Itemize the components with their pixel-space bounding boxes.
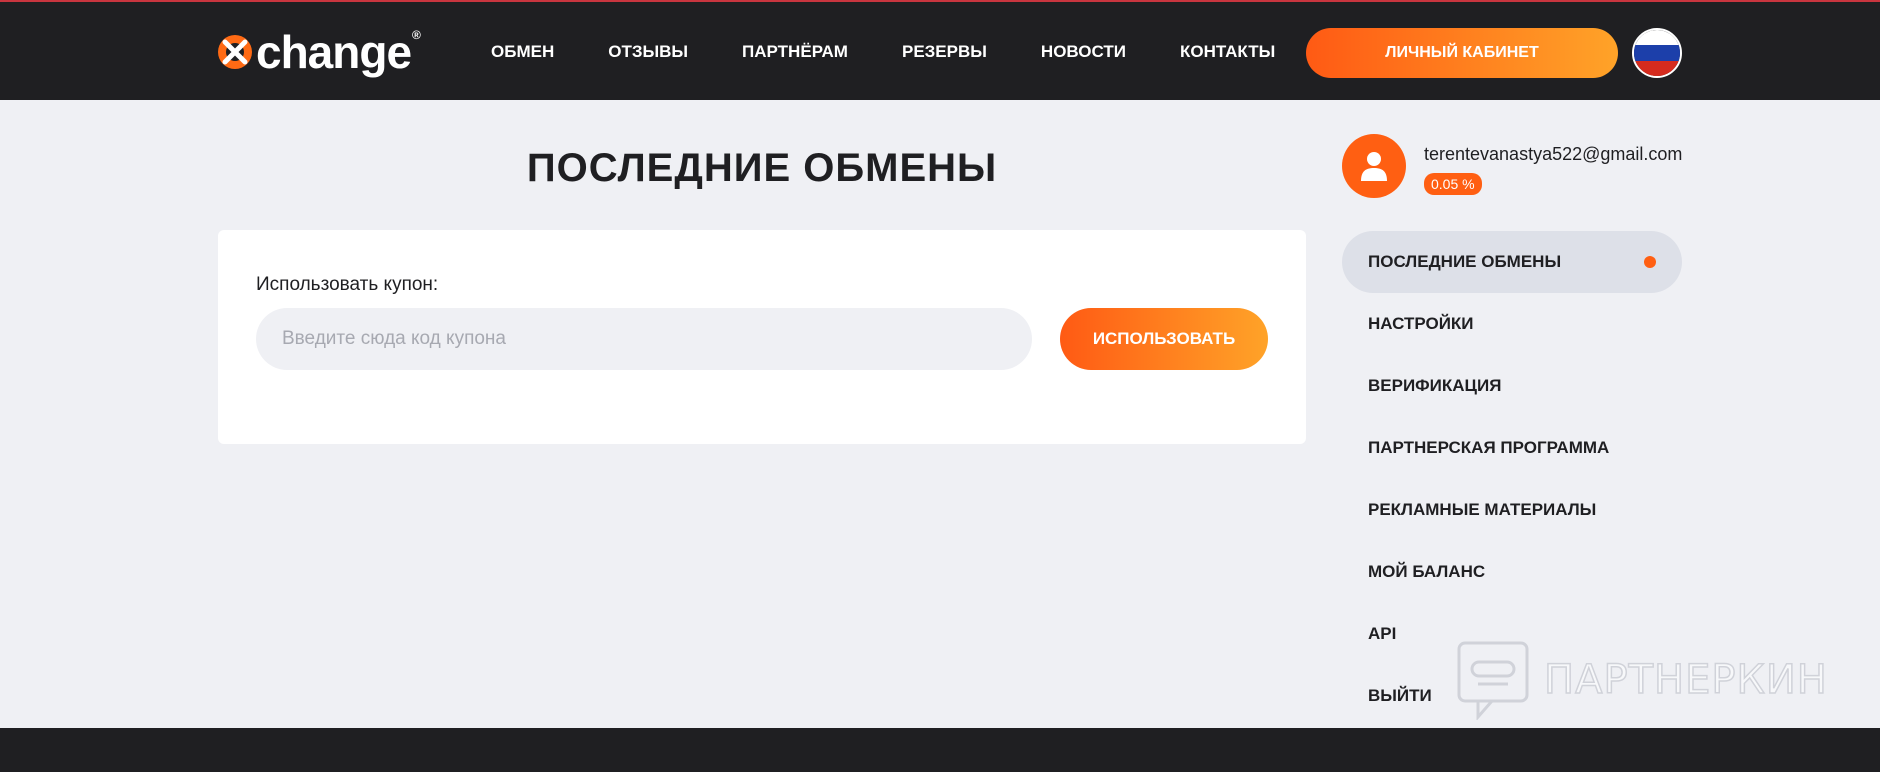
menu-item-label: ВЫЙТИ: [1368, 686, 1432, 705]
menu-item-balance[interactable]: МОЙ БАЛАНС: [1342, 541, 1682, 603]
page-title: ПОСЛЕДНИЕ ОБМЕНЫ: [526, 146, 998, 190]
menu-item-label: ВЕРИФИКАЦИЯ: [1368, 376, 1502, 395]
main-nav: ОБМЕН ОТЗЫВЫ ПАРТНЁРАМ РЕЗЕРВЫ НОВОСТИ К…: [491, 2, 1275, 102]
avatar: [1342, 134, 1406, 198]
active-dot-icon: [1644, 256, 1656, 268]
user-icon: [1361, 152, 1387, 181]
menu-item-label: ПОСЛЕДНИЕ ОБМЕНЫ: [1368, 252, 1562, 271]
nav-item-news[interactable]: НОВОСТИ: [1041, 42, 1126, 62]
menu-item-recent-exchanges[interactable]: ПОСЛЕДНИЕ ОБМЕНЫ: [1342, 231, 1682, 293]
logo-registered-mark: ®: [412, 28, 421, 42]
nav-item-contacts[interactable]: КОНТАКТЫ: [1180, 42, 1275, 62]
menu-item-label: НАСТРОЙКИ: [1368, 314, 1474, 333]
watermark-logo-icon: [1457, 641, 1529, 720]
menu-item-settings[interactable]: НАСТРОЙКИ: [1342, 293, 1682, 355]
logo-x-icon: [218, 35, 252, 69]
nav-item-reviews[interactable]: ОТЗЫВЫ: [608, 42, 688, 62]
menu-item-label: API: [1368, 624, 1397, 643]
menu-item-label: ПАРТНЕРСКАЯ ПРОГРАММА: [1368, 438, 1610, 457]
russia-flag-icon[interactable]: [1632, 28, 1682, 78]
coupon-input[interactable]: [256, 308, 1032, 370]
coupon-card: Использовать купон: ИСПОЛЬЗОВАТЬ: [218, 230, 1306, 444]
menu-item-promo-materials[interactable]: РЕКЛАМНЫЕ МАТЕРИАЛЫ: [1342, 479, 1682, 541]
coupon-label: Использовать купон:: [256, 274, 439, 295]
user-profile: terentevanastya522@gmail.com 0.05 %: [1342, 134, 1682, 198]
percent-badge: 0.05 %: [1424, 173, 1482, 195]
watermark-text: ПАРТНЕРКИН: [1543, 656, 1828, 704]
top-header: change ® ОБМЕН ОТЗЫВЫ ПАРТНЁРАМ РЕЗЕРВЫ …: [0, 0, 1880, 100]
nav-item-partners[interactable]: ПАРТНЁРАМ: [742, 42, 848, 62]
logo[interactable]: change ®: [216, 24, 421, 80]
personal-cabinet-button[interactable]: ЛИЧНЫЙ КАБИНЕТ: [1306, 28, 1618, 78]
nav-item-reserves[interactable]: РЕЗЕРВЫ: [902, 42, 987, 62]
menu-item-affiliate-program[interactable]: ПАРТНЕРСКАЯ ПРОГРАММА: [1342, 417, 1682, 479]
footer: [0, 728, 1880, 772]
menu-item-label: МОЙ БАЛАНС: [1368, 562, 1486, 581]
user-email: terentevanastya522@gmail.com: [1424, 144, 1683, 164]
menu-item-label: РЕКЛАМНЫЕ МАТЕРИАЛЫ: [1368, 500, 1597, 519]
logo-text: change: [256, 26, 412, 78]
nav-item-exchange[interactable]: ОБМЕН: [491, 42, 554, 62]
use-coupon-button[interactable]: ИСПОЛЬЗОВАТЬ: [1060, 308, 1268, 370]
menu-item-verification[interactable]: ВЕРИФИКАЦИЯ: [1342, 355, 1682, 417]
watermark: ПАРТНЕРКИН: [1456, 640, 1828, 720]
